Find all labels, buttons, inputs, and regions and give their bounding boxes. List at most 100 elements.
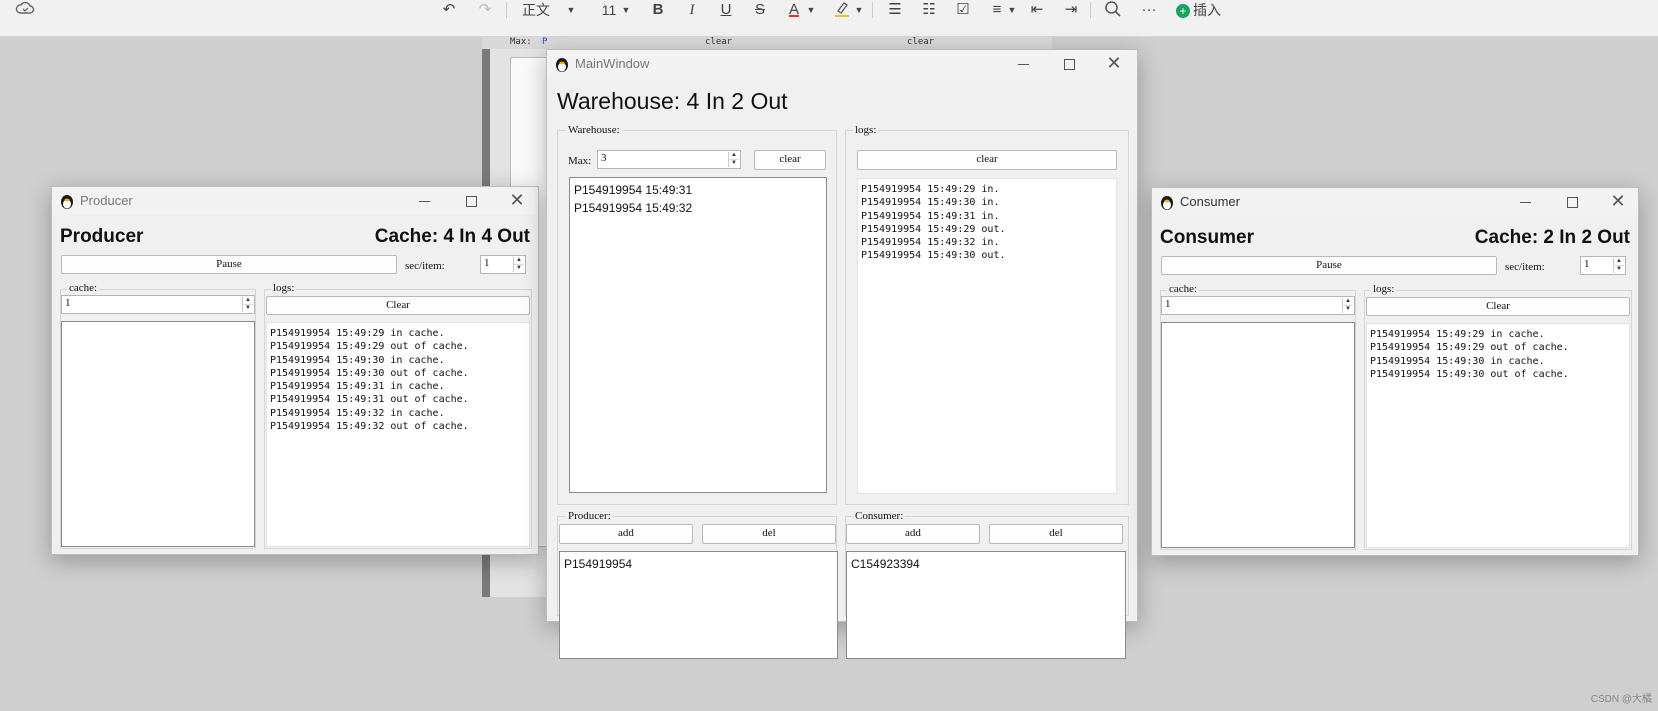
align-chevron-icon[interactable]: ▼ [1006,0,1018,22]
cloud-sync-icon[interactable] [14,0,36,22]
spin-up-icon[interactable]: ▲ [1614,258,1624,266]
highlight-chevron-icon[interactable]: ▼ [853,0,865,22]
highlight-icon[interactable] [831,0,853,22]
max-label: Max: [568,155,592,167]
minimize-button[interactable] [413,191,437,211]
pause-button[interactable]: Pause [61,255,397,274]
warehouse-item[interactable]: P154919954 15:49:31 [570,181,826,199]
style-chevron-down-icon[interactable]: ▼ [562,0,580,22]
producer-list[interactable]: P154919954 [559,551,838,659]
spin-up-icon[interactable]: ▲ [243,297,253,305]
font-size-chevron-icon[interactable]: ▼ [620,0,632,22]
plus-icon: + [1176,4,1190,19]
log-line: P154919954 15:49:30 out of cache. [270,367,469,379]
cache-list[interactable] [61,321,255,547]
minimize-button[interactable] [1514,192,1538,212]
cache-list[interactable] [1161,322,1355,548]
strikethrough-icon[interactable]: S [749,0,771,22]
numbered-list-icon[interactable]: ☷ [918,0,940,22]
consumer-titlebar[interactable]: Consumer ✕ [1152,188,1638,216]
cache-spinbox[interactable]: 1 ▲ ▼ [1161,296,1355,315]
main-log-view[interactable]: P154919954 15:49:29 in. P154919954 15:49:… [857,178,1117,494]
paragraph-style-select[interactable]: 正文 [518,0,554,22]
spin-up-icon[interactable]: ▲ [514,257,524,265]
producer-heading: Producer [60,226,144,247]
consumer-item[interactable]: C154923394 [847,555,1125,573]
max-spinbox[interactable]: 3 ▲ ▼ [597,150,741,169]
sec-per-item-spinbox[interactable]: 1 ▲ ▼ [480,255,526,274]
main-titlebar[interactable]: MainWindow ✕ [547,50,1137,78]
warehouse-list[interactable]: P154919954 15:49:31 P154919954 15:49:32 [569,177,827,493]
watermark: CSDN @大橘 [1590,694,1652,705]
consumer-log-view[interactable]: P154919954 15:49:29 in cache. P154919954 … [1366,323,1630,548]
producer-log-view[interactable]: P154919954 15:49:29 in cache. P154919954 … [266,322,530,547]
producer-del-button[interactable]: del [702,524,836,544]
spin-down-icon[interactable]: ▼ [1343,306,1353,314]
producer-add-button[interactable]: add [559,524,693,544]
spin-down-icon[interactable]: ▼ [729,160,739,168]
log-line: P154919954 15:49:31 in. [861,210,1000,222]
minimize-button[interactable] [1012,54,1036,74]
spin-down-icon[interactable]: ▼ [514,265,524,273]
consumer-list[interactable]: C154923394 [846,551,1126,659]
cache-group-title: cache: [67,282,100,294]
window-title: MainWindow [575,56,650,71]
log-line: P154919954 15:49:32 out of cache. [270,421,469,433]
warehouse-clear-button[interactable]: clear [754,150,826,170]
font-color-chevron-icon[interactable]: ▼ [805,0,817,22]
maximize-button[interactable] [459,191,483,211]
align-icon[interactable]: ≡ [986,0,1008,22]
logs-clear-button[interactable]: clear [857,150,1117,170]
consumer-del-button[interactable]: del [989,524,1123,544]
log-line: P154919954 15:49:30 out. [861,250,1006,262]
consumer-add-button[interactable]: add [846,524,980,544]
spin-down-icon[interactable]: ▼ [1614,266,1624,274]
bold-icon[interactable]: B [647,0,669,22]
search-icon[interactable] [1102,0,1124,22]
maximize-button[interactable] [1560,192,1584,212]
underline-icon[interactable]: U [715,0,737,22]
log-line: P154919954 15:49:29 out of cache. [270,341,469,353]
cache-status: Cache: 2 In 2 Out [1474,227,1630,248]
log-line: P154919954 15:49:29 in. [861,184,1000,195]
spin-up-icon[interactable]: ▲ [1343,298,1353,306]
italic-icon[interactable]: I [681,0,703,22]
insert-button[interactable]: + 插入 [1176,0,1236,22]
sec-per-item-spinbox[interactable]: 1 ▲ ▼ [1580,256,1626,275]
clear-logs-button[interactable]: Clear [1366,297,1630,316]
log-line: P154919954 15:49:30 in cache. [270,354,445,366]
main-window[interactable]: MainWindow ✕ Warehouse: 4 In 2 Out Wareh… [546,49,1138,659]
logs-group-title: logs: [1371,283,1397,295]
penguin-logo-icon [61,195,73,209]
producer-window[interactable]: Producer ✕ Producer Cache: 4 In 4 Out Pa… [51,186,539,555]
cache-spinbox[interactable]: 1 ▲ ▼ [61,295,255,314]
undo-icon[interactable]: ↶ [438,0,460,22]
warehouse-item[interactable]: P154919954 15:49:32 [570,199,826,217]
consumer-group-title: Consumer: [853,510,906,522]
logs-group-title: logs: [271,282,297,294]
indent-icon[interactable]: ⇥ [1060,0,1082,22]
penguin-logo-icon [1161,196,1173,210]
outdent-icon[interactable]: ⇤ [1026,0,1048,22]
maximize-button[interactable] [1057,54,1081,74]
checklist-icon[interactable]: ☑ [952,0,974,22]
log-line: P154919954 15:49:29 in cache. [270,328,445,339]
consumer-heading: Consumer [1160,227,1254,248]
close-button[interactable]: ✕ [1102,54,1126,74]
clear-logs-button[interactable]: Clear [266,296,530,315]
pause-button[interactable]: Pause [1161,256,1497,275]
font-size-select[interactable]: 11 [600,0,618,22]
producer-titlebar[interactable]: Producer ✕ [52,187,538,215]
sec-per-item-label: sec/item: [1505,261,1545,273]
close-button[interactable]: ✕ [505,191,529,211]
more-icon[interactable]: ··· [1137,0,1161,22]
spin-down-icon[interactable]: ▼ [243,305,253,313]
window-title: Producer [80,193,133,208]
bullet-list-icon[interactable]: ☰ [884,0,906,22]
consumer-window[interactable]: Consumer ✕ Consumer Cache: 2 In 2 Out Pa… [1151,187,1639,556]
redo-icon[interactable]: ↷ [474,0,496,22]
close-button[interactable]: ✕ [1606,192,1630,212]
font-color-icon[interactable]: A [783,0,805,22]
producer-item[interactable]: P154919954 [560,555,837,573]
spin-up-icon[interactable]: ▲ [729,152,739,160]
